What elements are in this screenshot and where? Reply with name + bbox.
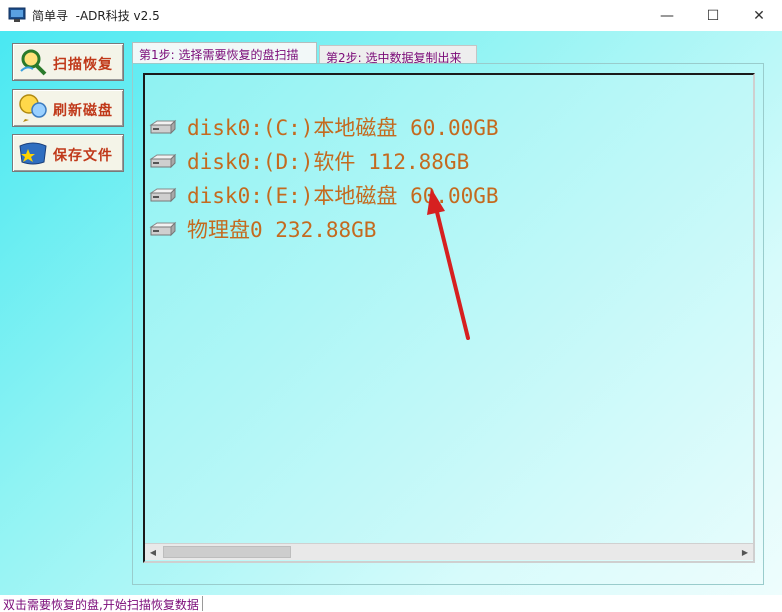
tab-step1[interactable]: 第1步: 选择需要恢复的盘扫描 bbox=[132, 42, 317, 64]
disk-list[interactable]: disk0:(C:)本地磁盘 60.00GB disk0:(D:)软件 112.… bbox=[143, 73, 755, 563]
list-item[interactable]: disk0:(C:)本地磁盘 60.00GB bbox=[149, 113, 499, 141]
scan-recover-label: 扫描恢复 bbox=[53, 57, 113, 73]
chevron-left-icon: ◀ bbox=[149, 547, 157, 557]
maximize-button[interactable]: ☐ bbox=[690, 0, 736, 31]
hard-drive-icon bbox=[149, 119, 177, 135]
title-bar: 简单寻 -ADR科技 v2.5 — ☐ ✕ bbox=[0, 0, 782, 31]
scroll-right-button[interactable]: ▶ bbox=[737, 544, 753, 560]
scrollbar-thumb[interactable] bbox=[163, 546, 291, 558]
list-item[interactable]: disk0:(E:)本地磁盘 60.00GB bbox=[149, 181, 499, 209]
magnifier-icon bbox=[20, 49, 47, 76]
refresh-disk-label: 刷新磁盘 bbox=[53, 103, 113, 119]
refresh-bubbles-icon bbox=[19, 94, 47, 122]
status-divider bbox=[202, 596, 203, 611]
hard-drive-icon bbox=[149, 187, 177, 203]
hard-drive-icon bbox=[149, 221, 177, 237]
list-item[interactable]: 物理盘0 232.88GB bbox=[149, 215, 376, 243]
status-bar: 双击需要恢复的盘,开始扫描恢复数据 bbox=[0, 595, 782, 612]
disk-label: 物理盘0 232.88GB bbox=[187, 218, 377, 242]
horizontal-scrollbar[interactable]: ◀ ▶ bbox=[145, 543, 753, 560]
refresh-disk-button[interactable]: 刷新磁盘 bbox=[12, 89, 124, 127]
tab-step2[interactable]: 第2步: 选中数据复制出来 bbox=[319, 45, 477, 65]
close-icon: ✕ bbox=[753, 7, 765, 24]
save-file-label: 保存文件 bbox=[53, 148, 113, 164]
app-icon bbox=[8, 7, 26, 22]
disk-label: disk0:(E:)本地磁盘 60.00GB bbox=[187, 184, 499, 208]
scan-recover-button[interactable]: 扫描恢复 bbox=[12, 43, 124, 81]
save-star-icon bbox=[19, 142, 47, 165]
minimize-icon: — bbox=[660, 7, 674, 24]
chevron-right-icon: ▶ bbox=[741, 547, 749, 557]
save-file-button[interactable]: 保存文件 bbox=[12, 134, 124, 172]
window-title: 简单寻 -ADR科技 v2.5 bbox=[32, 9, 160, 23]
disk-label: disk0:(C:)本地磁盘 60.00GB bbox=[187, 116, 499, 140]
status-text: 双击需要恢复的盘,开始扫描恢复数据 bbox=[3, 598, 199, 612]
disk-label: disk0:(D:)软件 112.88GB bbox=[187, 150, 470, 174]
minimize-button[interactable]: — bbox=[644, 0, 690, 31]
hard-drive-icon bbox=[149, 153, 177, 169]
close-button[interactable]: ✕ bbox=[736, 0, 782, 31]
list-item[interactable]: disk0:(D:)软件 112.88GB bbox=[149, 147, 469, 175]
maximize-icon: ☐ bbox=[706, 7, 720, 24]
scroll-left-button[interactable]: ◀ bbox=[145, 544, 161, 560]
